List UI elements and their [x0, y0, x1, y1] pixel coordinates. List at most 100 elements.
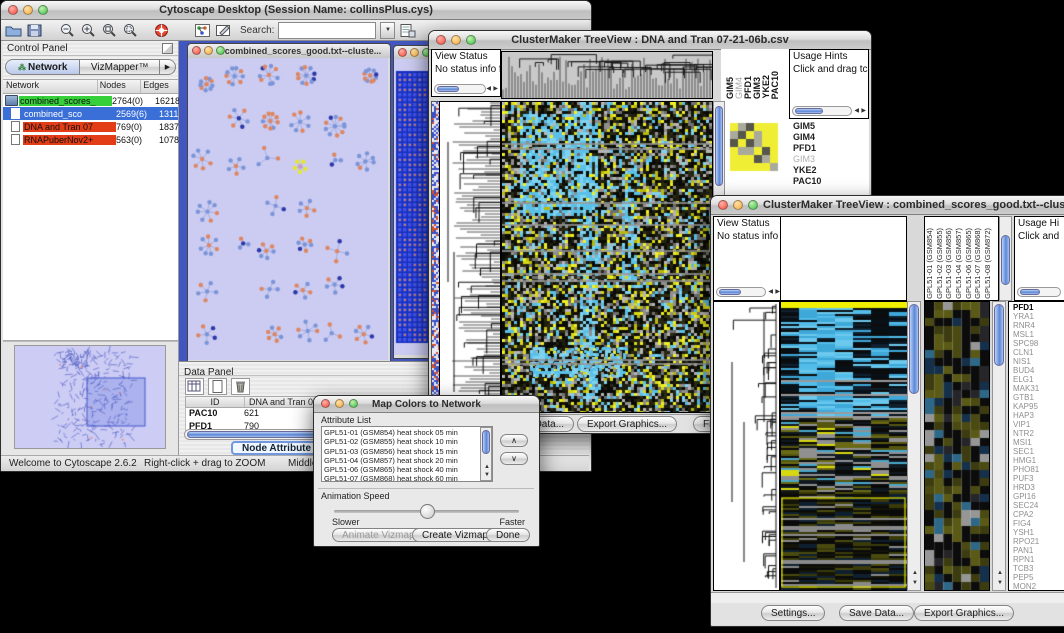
animate-vizmap-button[interactable]: Animate Vizmap [332, 528, 425, 542]
window-controls[interactable] [8, 5, 48, 15]
zoom-out-icon[interactable] [59, 23, 76, 38]
scroll-up-icon[interactable]: ▲ [484, 464, 490, 470]
close-icon[interactable] [436, 35, 446, 45]
gene-label[interactable]: NTR2 [1013, 429, 1064, 438]
export-graphics-button[interactable]: Export Graphics... [914, 605, 1014, 621]
tv2-column-label[interactable]: GPL51-06 (GSM865) [965, 228, 974, 299]
scroll-right-icon[interactable]: ▶ [861, 108, 866, 114]
gene-label[interactable]: RPN1 [1013, 555, 1064, 564]
gene-label[interactable]: MAK31 [1013, 384, 1064, 393]
tv1-row-label[interactable]: PFD1 [793, 143, 821, 154]
tv2-heatmap[interactable] [780, 301, 908, 591]
gene-label[interactable]: YSH1 [1013, 528, 1064, 537]
gene-label[interactable]: NIS1 [1013, 357, 1064, 366]
scroll-down-icon[interactable]: ▼ [997, 580, 1003, 586]
search-dropdown-button[interactable]: ▼ [380, 22, 395, 39]
scroll-left-icon[interactable]: ◀ [486, 86, 491, 92]
vscroll-thumb[interactable] [482, 430, 490, 454]
tv1-column-dendrogram[interactable] [501, 51, 713, 99]
tv1-row-label[interactable]: PAC10 [793, 176, 821, 187]
tv1-row-label[interactable]: YKE2 [793, 165, 821, 176]
minimize-icon[interactable] [451, 35, 461, 45]
minimize-icon[interactable] [204, 46, 213, 55]
vscroll-thumb[interactable] [1001, 235, 1010, 285]
save-icon[interactable] [26, 23, 43, 38]
tv1-row-label[interactable]: GIM5 [793, 121, 821, 132]
minimize-icon[interactable] [733, 200, 743, 210]
tv2-top-vscrollbar[interactable] [999, 216, 1012, 301]
gene-label[interactable]: HAP3 [1013, 411, 1064, 420]
network-row[interactable]: combined_sco2569(6)13112(15) [3, 107, 178, 120]
gene-label[interactable]: GTB1 [1013, 393, 1064, 402]
gene-label[interactable]: ELG1 [1013, 375, 1064, 384]
gene-label[interactable]: CLN1 [1013, 348, 1064, 357]
vscroll-thumb[interactable] [909, 304, 919, 394]
close-icon[interactable] [192, 46, 201, 55]
attribute-item[interactable]: GPL51-02 (GSM855) heat shock 10 min [322, 437, 480, 446]
zoom-in-icon[interactable] [80, 23, 97, 38]
main-titlebar[interactable]: Cytoscape Desktop (Session Name: collins… [1, 1, 591, 20]
scroll-up-icon[interactable]: ▲ [912, 570, 918, 576]
network-row[interactable]: RNAPuberNov2+563(0)107847(0) [3, 133, 178, 146]
gene-label[interactable]: KAP95 [1013, 402, 1064, 411]
gene-label[interactable]: PEP5 [1013, 573, 1064, 582]
hscroll-thumb[interactable] [795, 108, 823, 114]
attribute-item[interactable]: GPL51-07 (GSM868) heat shock 60 min [322, 474, 480, 482]
gene-label[interactable]: PFD1 [1013, 303, 1064, 312]
tv2-row-dendrogram[interactable] [713, 301, 780, 591]
scroll-up-icon[interactable]: ▲ [997, 570, 1003, 576]
tv1-row-dendrogram[interactable] [439, 101, 501, 413]
hscroll-thumb[interactable] [719, 289, 741, 295]
tv2-zoom-heatmap[interactable] [924, 301, 990, 591]
tv1-row-label[interactable]: GIM3 [793, 154, 821, 165]
scroll-down-icon[interactable]: ▼ [484, 472, 490, 478]
export-graphics-button[interactable]: Export Graphics... [577, 416, 677, 432]
search-options-icon[interactable] [399, 23, 416, 38]
treeview2-titlebar[interactable]: ClusterMaker TreeView : combined_scores_… [711, 196, 1064, 215]
gene-label[interactable]: SEC1 [1013, 447, 1064, 456]
tv1-row-label[interactable]: GIM4 [793, 132, 821, 143]
close-icon[interactable] [718, 200, 728, 210]
gene-label[interactable]: RNR4 [1013, 321, 1064, 330]
zoom-window-icon[interactable] [349, 399, 358, 408]
open-folder-icon[interactable] [5, 23, 22, 38]
tv2-column-label[interactable]: GPL51-08 (GSM872) [984, 228, 993, 299]
zoom-selected-icon[interactable] [122, 23, 139, 38]
attribute-item[interactable]: GPL51-03 (GSM856) heat shock 15 min [322, 447, 480, 456]
gene-label[interactable]: TCB3 [1013, 564, 1064, 573]
map-dialog-titlebar[interactable]: Map Colors to Network [314, 396, 539, 413]
minimize-icon[interactable] [23, 5, 33, 15]
float-panel-icon[interactable] [162, 43, 173, 54]
gene-label[interactable]: VIP1 [1013, 420, 1064, 429]
gene-label[interactable]: SPC98 [1013, 339, 1064, 348]
minimize-icon[interactable] [410, 48, 419, 57]
gene-label[interactable]: PHO81 [1013, 465, 1064, 474]
gene-label[interactable]: MON2 [1013, 582, 1064, 591]
gene-label[interactable]: BUD4 [1013, 366, 1064, 375]
gene-label[interactable]: RPO21 [1013, 537, 1064, 546]
gene-label[interactable]: PAN1 [1013, 546, 1064, 555]
hscroll-thumb[interactable] [437, 86, 459, 92]
gene-label[interactable]: MSL1 [1013, 330, 1064, 339]
help-lifering-icon[interactable] [153, 23, 170, 38]
gene-label[interactable]: MSI1 [1013, 438, 1064, 447]
tv2-column-label[interactable]: GPL51-02 (GSM855) [936, 228, 945, 299]
vscroll-thumb[interactable] [994, 304, 1004, 366]
new-attribute-icon[interactable] [208, 378, 227, 395]
tv2-column-label[interactable]: GPL51-03 (GSM856) [945, 228, 954, 299]
tv2-status-scrollbar[interactable] [716, 287, 766, 297]
delete-attribute-icon[interactable] [231, 378, 250, 395]
tv1-heatmap[interactable] [501, 101, 713, 413]
minimize-icon[interactable] [335, 399, 344, 408]
network-overview-canvas[interactable] [14, 345, 166, 449]
tv1-status-scrollbar[interactable] [434, 84, 486, 94]
gene-label[interactable]: GPI16 [1013, 492, 1064, 501]
attribute-item[interactable]: GPL51-04 (GSM857) heat shock 20 min [322, 456, 480, 465]
scroll-down-icon[interactable]: ▼ [912, 580, 918, 586]
move-attribute-up-button[interactable]: ∧ [500, 434, 528, 447]
zoom-window-icon[interactable] [748, 200, 758, 210]
gene-label[interactable]: SEC24 [1013, 501, 1064, 510]
zoom-window-icon[interactable] [216, 46, 225, 55]
network-view-canvas[interactable] [188, 58, 388, 360]
tab-network[interactable]: ⁂Network [5, 59, 80, 75]
